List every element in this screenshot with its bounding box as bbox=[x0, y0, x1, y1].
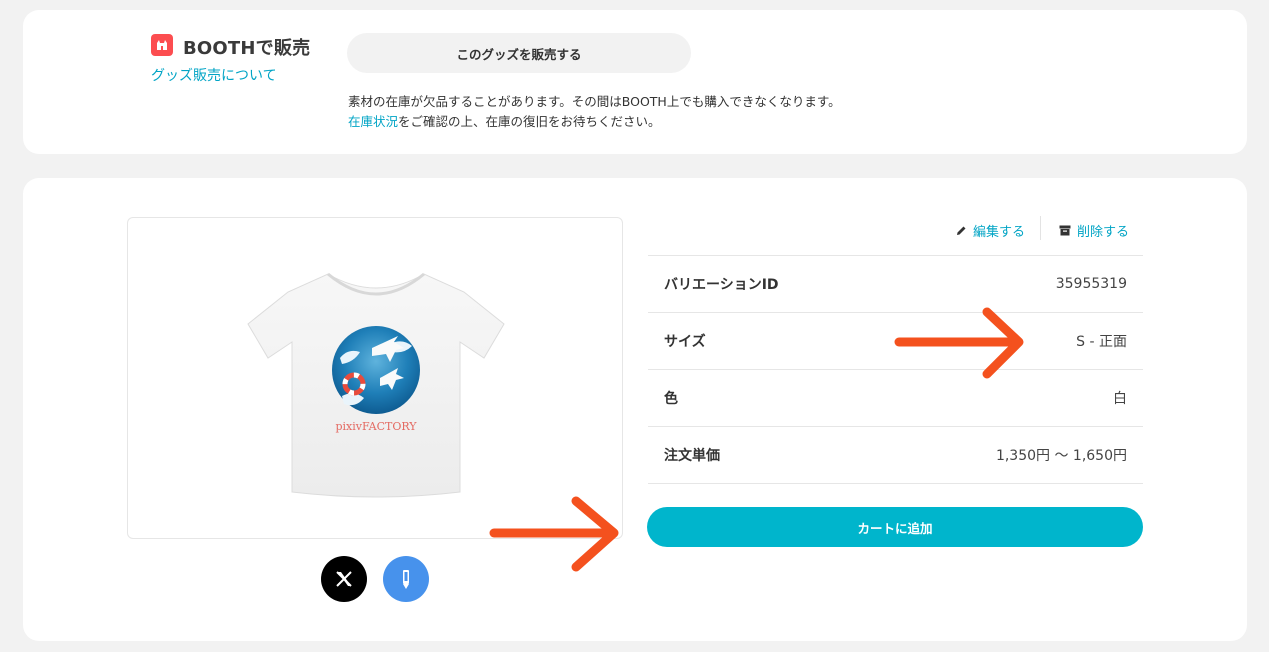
detail-row-unit-price: 注文単価 1,350円 〜 1,650円 bbox=[648, 427, 1143, 484]
detail-label: 色 bbox=[664, 391, 678, 407]
detail-value: S - 正面 bbox=[1076, 334, 1127, 350]
stock-note-line1: 素材の在庫が欠品することがあります。その間はBOOTH上でも購入できなくなります… bbox=[348, 94, 841, 109]
pencil-edit-icon bbox=[957, 226, 966, 235]
stock-note: 素材の在庫が欠品することがあります。その間はBOOTH上でも購入できなくなります… bbox=[348, 92, 841, 132]
add-to-cart-button[interactable]: カートに追加 bbox=[647, 507, 1143, 547]
pencil-icon bbox=[403, 570, 409, 589]
share-pixiv-button[interactable] bbox=[383, 556, 429, 602]
stock-note-line2-text: をご確認の上、在庫の復旧をお待ちください。 bbox=[398, 114, 661, 129]
detail-value: 1,350円 〜 1,650円 bbox=[995, 448, 1127, 464]
booth-title: BOOTHで販売 bbox=[183, 38, 311, 59]
delete-label: 削除する bbox=[1077, 224, 1130, 240]
goods-sales-about-link[interactable]: グッズ販売について bbox=[151, 65, 277, 85]
action-divider bbox=[1040, 216, 1041, 240]
detail-label: サイズ bbox=[664, 334, 706, 350]
x-logo-icon bbox=[336, 571, 352, 587]
sell-goods-button[interactable]: このグッズを販売する bbox=[347, 33, 691, 73]
edit-button[interactable]: 編集する bbox=[956, 220, 1025, 240]
tshirt-product-image: pixivFACTORY bbox=[247, 272, 505, 498]
delete-button[interactable]: 削除する bbox=[1059, 220, 1129, 240]
edit-label: 編集する bbox=[973, 224, 1026, 240]
detail-label: 注文単価 bbox=[664, 448, 720, 464]
detail-value: 白 bbox=[1113, 391, 1127, 407]
annotation-arrow-size bbox=[894, 307, 1024, 379]
archive-icon bbox=[1059, 225, 1071, 235]
detail-value: 35955319 bbox=[1055, 276, 1127, 292]
print-text: pixivFACTORY bbox=[335, 420, 417, 433]
annotation-arrow-cart bbox=[489, 496, 619, 572]
detail-label: バリエーションID bbox=[664, 277, 779, 293]
stock-note-line2: 在庫状況をご確認の上、在庫の復旧をお待ちください。 bbox=[348, 112, 841, 132]
booth-sell-card: BOOTHで販売 グッズ販売について このグッズを販売する 素材の在庫が欠品する… bbox=[23, 10, 1247, 154]
booth-logo-icon bbox=[151, 34, 173, 56]
share-x-button[interactable] bbox=[321, 556, 367, 602]
detail-row-variation-id: バリエーションID 35955319 bbox=[648, 256, 1143, 313]
product-detail-card: pixivFACTORY 編集する 削除する バリエーションID 3595531… bbox=[23, 178, 1247, 641]
product-image-frame: pixivFACTORY bbox=[127, 217, 623, 539]
stock-status-link[interactable]: 在庫状況 bbox=[348, 114, 398, 129]
